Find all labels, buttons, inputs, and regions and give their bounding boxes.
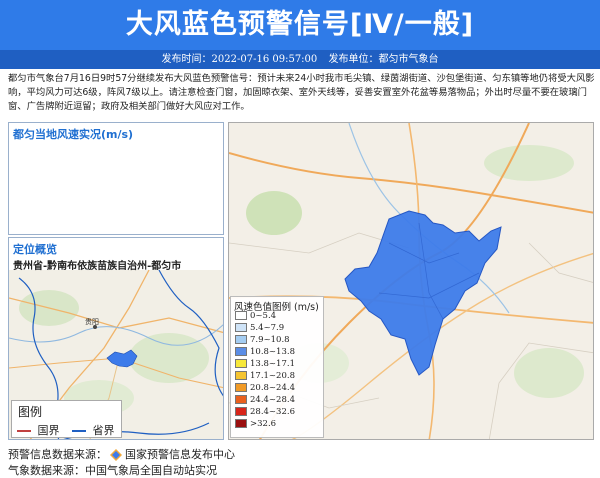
location-subtitle: 贵州省-黔南布依族苗族自治州-都匀市 bbox=[13, 261, 182, 272]
publish-meta-bar: 发布时间：2022-07-16 09:57:00 发布单位：都匀市气象台 bbox=[0, 50, 600, 69]
warning-description: 都匀市气象台7月16日9时57分继续发布大风蓝色预警信号：预计未来24小时我市毛… bbox=[8, 73, 595, 112]
footer-source: 预警信息数据来源： 国家预警信息发布中心 bbox=[8, 446, 235, 462]
national-border-swatch bbox=[17, 430, 31, 432]
source-label: 预警信息数据来源： bbox=[8, 448, 107, 461]
legend-row-8: 28.4~32.6 bbox=[235, 407, 295, 418]
legend-label: 10.8~13.8 bbox=[250, 347, 295, 357]
warning-title: 大风蓝色预警信号[Ⅳ/一般] bbox=[0, 0, 600, 50]
legend-row-1: 5.4~7.9 bbox=[235, 323, 284, 334]
city-label-guiyang: 贵阳 bbox=[85, 317, 99, 326]
legend-row-2: 7.9~10.8 bbox=[235, 335, 290, 346]
province-border-swatch bbox=[72, 430, 86, 432]
legend-swatch bbox=[235, 371, 247, 380]
legend-row-4: 13.8~17.1 bbox=[235, 359, 295, 370]
location-panel-title: 定位概览 bbox=[13, 241, 57, 257]
legend-row-5: 17.1~20.8 bbox=[235, 371, 295, 382]
legend-swatch bbox=[235, 311, 247, 320]
legend-swatch bbox=[235, 335, 247, 344]
legend-label: 20.8~24.4 bbox=[250, 383, 295, 393]
legend-label: 5.4~7.9 bbox=[250, 323, 285, 333]
legend-label: 13.8~17.1 bbox=[250, 359, 295, 369]
national-border-label: 国界 bbox=[37, 424, 60, 437]
legend-swatch bbox=[235, 359, 247, 368]
legend-label: >32.6 bbox=[250, 419, 277, 429]
legend-label: 7.9~10.8 bbox=[250, 335, 290, 345]
legend-swatch bbox=[235, 347, 247, 356]
legend-label: 17.1~20.8 bbox=[250, 371, 295, 381]
wind-speed-panel: 都匀当地风速实况(m/s) bbox=[8, 122, 224, 235]
legend-swatch bbox=[235, 419, 247, 428]
warning-center-logo-icon bbox=[110, 449, 122, 461]
province-border-label: 省界 bbox=[92, 424, 115, 437]
legend-swatch bbox=[235, 407, 247, 416]
publish-time: 发布时间：2022-07-16 09:57:00 bbox=[161, 54, 318, 65]
legend-label: 28.4~32.6 bbox=[250, 407, 295, 417]
footer-weather-source: 气象数据来源：中国气象局全国自动站实况 bbox=[8, 464, 217, 477]
overview-legend: 图例 国界 省界 bbox=[11, 400, 122, 438]
legend-label: 0~5.4 bbox=[250, 311, 277, 321]
legend-item-national-border: 国界 bbox=[17, 422, 67, 438]
legend-row-3: 10.8~13.8 bbox=[235, 347, 295, 358]
legend-row-6: 20.8~24.4 bbox=[235, 383, 295, 394]
overview-legend-title: 图例 bbox=[18, 405, 43, 419]
legend-row-7: 24.4~28.4 bbox=[235, 395, 295, 406]
legend-swatch bbox=[235, 323, 247, 332]
publish-unit: 发布单位：都匀市气象台 bbox=[328, 54, 439, 65]
legend-swatch bbox=[235, 383, 247, 392]
legend-row-0: 0~5.4 bbox=[235, 311, 276, 322]
wind-color-legend: 风速色值图例 (m/s) 0~5.4 5.4~7.9 7.9~10.8 10.8… bbox=[230, 296, 324, 438]
source-name[interactable]: 国家预警信息发布中心 bbox=[125, 448, 235, 461]
wind-panel-title: 都匀当地风速实况(m/s) bbox=[13, 128, 134, 141]
legend-swatch bbox=[235, 395, 247, 404]
legend-item-province-border: 省界 bbox=[72, 422, 122, 438]
legend-label: 24.4~28.4 bbox=[250, 395, 295, 405]
legend-row-9: >32.6 bbox=[235, 419, 276, 430]
